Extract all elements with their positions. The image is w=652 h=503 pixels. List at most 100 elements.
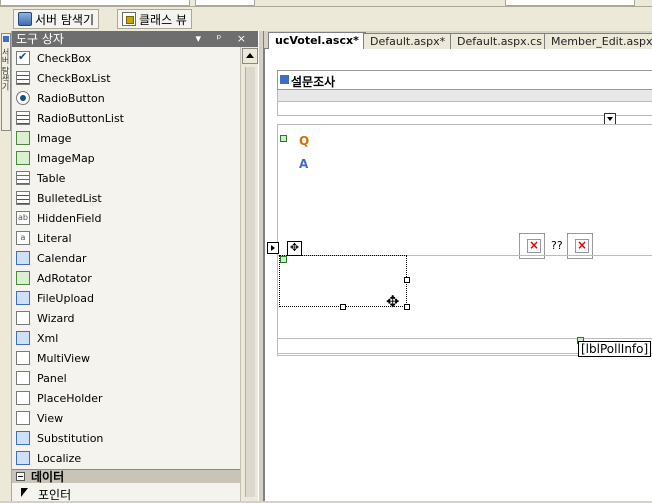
move-handle-icon[interactable]: ✥ (287, 241, 302, 256)
wizard-icon (16, 311, 30, 325)
side-tab-strip: 서버 탐색기 (0, 31, 12, 501)
toolbox-header: 도구 상자 ▾ ᵖ × (12, 31, 258, 47)
tab-default-aspx-cs[interactable]: Default.aspx.cs (450, 33, 549, 49)
move-cursor-icon: ✥ (386, 292, 400, 311)
tab-member-edit-aspx-cs[interactable]: Member_Edit.aspx.cs (544, 33, 652, 49)
collapse-icon: − (16, 472, 25, 481)
toolbox-item-xml[interactable]: Xml (16, 328, 240, 348)
toolbox-item-label: RadioButtonList (37, 111, 124, 125)
checkboxlist-icon (16, 71, 30, 85)
literal-icon: a (16, 231, 30, 245)
top-strip-segment (0, 0, 190, 6)
toolbox-item-radiobuttonlist[interactable]: RadioButtonList (16, 108, 240, 128)
dropdown-row (277, 102, 652, 116)
toolbox-item-wizard[interactable]: Wizard (16, 308, 240, 328)
toolbox-item-label: Localize (37, 451, 82, 465)
toolbox-item-label: View (37, 411, 64, 425)
tab-default-aspx[interactable]: Default.aspx* (363, 33, 453, 49)
server-explorer-icon (18, 12, 32, 26)
arrow-marker-icon[interactable] (267, 242, 279, 254)
toolbox-category-data[interactable]: − 데이터 (12, 469, 240, 484)
poll-title-box: 설문조사 (277, 70, 652, 90)
toolbox-item-label: PlaceHolder (37, 391, 103, 405)
toolbox-item-panel[interactable]: Panel (16, 368, 240, 388)
toolbox-item-literal[interactable]: a Literal (16, 228, 240, 248)
toolbox-item-table[interactable]: Table (16, 168, 240, 188)
toolbox-item-label: Wizard (37, 311, 75, 325)
toolbox-item-label: ImageMap (37, 151, 95, 165)
question-label: Q (299, 134, 310, 148)
resize-handle[interactable] (340, 304, 346, 310)
radiobuttonlist-icon (16, 111, 30, 125)
toolbox-title: 도구 상자 (16, 32, 64, 46)
placeholder-icon (16, 391, 30, 405)
toolbox-item-multiview[interactable]: MultiView (16, 348, 240, 368)
class-view-icon (122, 12, 136, 26)
checkbox-icon (16, 50, 30, 65)
toolbox-item-label: BulletedList (37, 191, 102, 205)
poll-title: 설문조사 (291, 75, 336, 89)
unknown-text: ?? (551, 239, 563, 252)
scroll-track[interactable] (245, 67, 255, 497)
toolbox-item-label: HiddenField (37, 211, 102, 225)
hiddenfield-icon: ab (16, 211, 30, 225)
image-icon (16, 131, 30, 145)
toolbox-item-view[interactable]: View (16, 408, 240, 428)
toolbox-item-adrotator[interactable]: AdRotator (16, 268, 240, 288)
poll-info-label[interactable]: [lblPollInfo] (578, 341, 652, 357)
toolbox-item-label: AdRotator (37, 271, 92, 285)
toolbox-item-calendar[interactable]: Calendar (16, 248, 240, 268)
resize-handle[interactable] (404, 277, 410, 283)
toolbox-item-hiddenfield[interactable]: ab HiddenField (16, 208, 240, 228)
resize-handle[interactable] (404, 304, 410, 310)
toolbox-item-fileupload[interactable]: FileUpload (16, 288, 240, 308)
side-tab-label: 서버 탐색기 (1, 48, 10, 91)
class-view-label: 클래스 뷰 (139, 12, 187, 27)
toolbox-item-bulletedlist[interactable]: BulletedList (16, 188, 240, 208)
radiobutton-icon (16, 91, 30, 105)
server-icon (3, 36, 9, 42)
document-tabs: ucVotel.ascx* Default.aspx* Default.aspx… (264, 31, 652, 50)
toolbox-item-radiobutton[interactable]: RadioButton (16, 88, 240, 108)
document-area: ucVotel.ascx* Default.aspx* Default.aspx… (264, 31, 652, 501)
toolbox-item-label: CheckBox (37, 51, 92, 65)
toolbox-item-imagemap[interactable]: ImageMap (16, 148, 240, 168)
question-answer-table[interactable] (277, 124, 652, 354)
toolbox-header-controls[interactable]: ▾ ᵖ × (196, 31, 252, 47)
table-icon (16, 171, 30, 185)
gray-row (277, 90, 652, 102)
toolbox-item-label: Calendar (37, 251, 87, 265)
toolbox-item-label: Table (37, 171, 66, 185)
class-view-button[interactable]: 클래스 뷰 (117, 9, 192, 29)
toolbox-item-placeholder[interactable]: PlaceHolder (16, 388, 240, 408)
xml-icon (16, 331, 30, 345)
server-explorer-button[interactable]: 서버 탐색기 (13, 9, 100, 29)
toolbox-item-checkbox[interactable]: CheckBox (16, 48, 240, 68)
toolbox-item-label: Image (37, 131, 72, 145)
panel-icon (16, 371, 30, 385)
scroll-up-button[interactable] (242, 48, 258, 64)
toolbox-list: CheckBox CheckBoxList RadioButton RadioB… (12, 47, 240, 501)
toolbox-item-label: CheckBoxList (37, 71, 111, 85)
toolbox-item-label: Xml (37, 331, 59, 345)
multiview-icon (16, 351, 30, 365)
calendar-icon (16, 251, 30, 265)
bullet-icon (280, 75, 289, 84)
toolbox-item-pointer[interactable]: 포인터 (20, 486, 71, 502)
toolbox-scrollbar[interactable] (240, 47, 258, 501)
toolbox-item-label: Panel (37, 371, 67, 385)
toolbox-item-localize[interactable]: Localize (16, 448, 240, 468)
toolbox-item-image[interactable]: Image (16, 128, 240, 148)
imagemap-icon (16, 151, 30, 165)
bulletedlist-icon (16, 191, 30, 205)
toolbox-item-label: Substitution (37, 431, 104, 445)
toolbox-item-checkboxlist[interactable]: CheckBoxList (16, 68, 240, 88)
server-explorer-side-tab[interactable]: 서버 탐색기 (1, 33, 11, 131)
tab-ucvotel-ascx[interactable]: ucVotel.ascx* (268, 32, 366, 50)
toolbox-category-label: 데이터 (31, 470, 65, 484)
toolbox-item-label: RadioButton (37, 91, 105, 105)
design-surface[interactable]: 설문조사 Q A ?? ✥ ✥ [lblPollInfo] (264, 49, 652, 501)
adrotator-icon (16, 271, 30, 285)
toolbox-item-substitution[interactable]: Substitution (16, 428, 240, 448)
toolbox-item-label: FileUpload (37, 291, 94, 305)
